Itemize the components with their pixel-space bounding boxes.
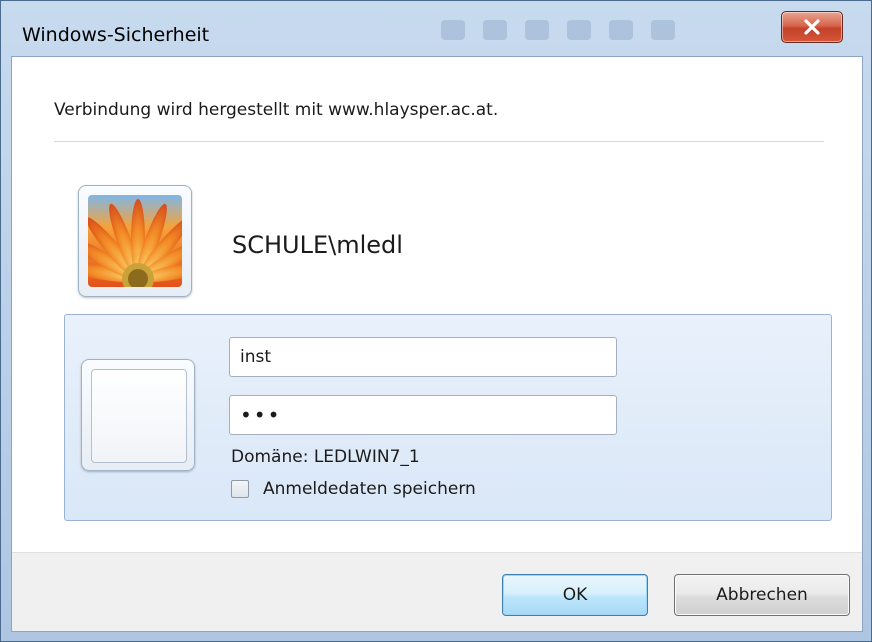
close-icon [804, 19, 820, 35]
title-bar-background-decoration [441, 13, 781, 47]
window-title: Windows-Sicherheit [22, 24, 210, 46]
connection-message: Verbindung wird hergestellt mit www.hlay… [54, 100, 499, 120]
remember-credentials-label[interactable]: Anmeldedaten speichern [263, 479, 476, 499]
password-input[interactable] [229, 395, 617, 435]
blank-user-tile-icon [91, 369, 187, 463]
username-input[interactable] [229, 337, 617, 377]
title-bar[interactable]: Windows-Sicherheit [1, 1, 871, 51]
separator [54, 141, 824, 142]
close-button[interactable] [781, 11, 843, 43]
saved-account-username: SCHULE\mledl [232, 231, 403, 259]
dialog-content: Verbindung wird hergestellt mit www.hlay… [11, 56, 863, 632]
domain-label: Domäne: LEDLWIN7_1 [231, 447, 420, 467]
remember-credentials-option[interactable]: Anmeldedaten speichern [231, 479, 476, 499]
credential-tile [81, 359, 195, 471]
button-bar: OK Abbrechen [12, 552, 862, 631]
flower-avatar-icon [88, 195, 182, 287]
remember-credentials-checkbox[interactable] [231, 480, 249, 498]
ok-button[interactable]: OK [502, 574, 648, 616]
cancel-button[interactable]: Abbrechen [674, 574, 850, 616]
credential-panel[interactable]: Domäne: LEDLWIN7_1 Anmeldedaten speicher… [64, 314, 832, 521]
dialog-window: Windows-Sicherheit Verbindung wird herge… [0, 0, 872, 642]
saved-account-tile[interactable] [78, 185, 192, 297]
